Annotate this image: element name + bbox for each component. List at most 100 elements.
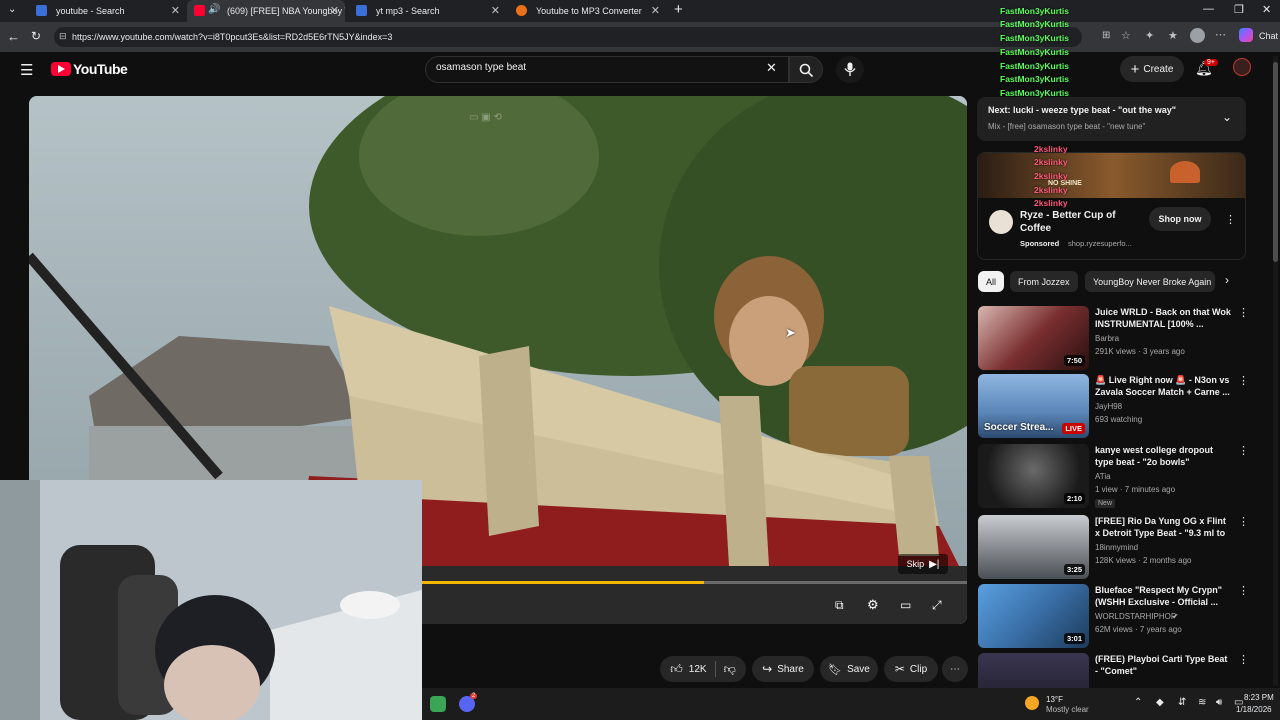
like-icon[interactable]: 👍︎ <box>670 662 683 677</box>
divider <box>714 661 716 677</box>
tab-title: youtube - Search <box>56 6 125 16</box>
chip-youngboy[interactable]: YoungBoy Never Broke Again <box>1085 271 1215 292</box>
save-label: Save <box>847 663 870 675</box>
maximize-icon[interactable]: ❐ <box>1234 3 1244 16</box>
microphone-icon <box>844 62 856 76</box>
tab-list-chevron-icon[interactable]: ⌄ <box>8 4 16 15</box>
fullscreen-icon[interactable]: ⤢ <box>932 598 942 613</box>
new-tab-button[interactable]: + <box>674 1 683 18</box>
more-actions-button[interactable]: ⋯ <box>942 656 968 682</box>
tray-overflow-icon[interactable]: ⌃ <box>1134 697 1142 708</box>
usb-icon[interactable]: ⇵ <box>1178 697 1186 708</box>
tab-youtube-video[interactable]: 🔊 (609) [FREE] NBA Youngboy Ty ✕ <box>187 0 345 22</box>
close-icon[interactable]: ✕ <box>651 4 660 17</box>
reload-icon[interactable]: ↻ <box>31 29 41 43</box>
tab-yt-mp3-search[interactable]: yt mp3 - Search ✕ <box>346 0 506 22</box>
save-button[interactable]: 🔖︎ Save <box>820 656 878 682</box>
theater-mode-icon[interactable]: ▭ <box>900 598 911 612</box>
channel-name: Barbra <box>1095 334 1120 343</box>
page-scrollbar[interactable] <box>1273 56 1278 686</box>
temperature[interactable]: 13°F <box>1046 695 1063 704</box>
clock-date[interactable]: 1/18/2026 <box>1236 705 1272 714</box>
app-icon-green[interactable] <box>430 696 446 712</box>
voice-search-button[interactable] <box>836 56 864 83</box>
chips-next-icon[interactable]: › <box>1225 273 1229 287</box>
recommended-video[interactable]: Soccer Strea... LIVE 🚨 Live Right now 🚨 … <box>976 374 1249 440</box>
ad-menu-icon[interactable]: ⋮ <box>1225 213 1236 226</box>
recommended-video[interactable]: (FREE) Playboi Carti Type Beat - "Comet"… <box>976 653 1246 688</box>
speaker-icon[interactable]: 🔊 <box>208 4 220 15</box>
miniplayer-hint-icon: ▭ ▣ ⟲ <box>469 112 502 123</box>
search-button[interactable] <box>789 56 823 83</box>
weather-condition[interactable]: Mostly clear <box>1046 705 1089 714</box>
recommended-video[interactable]: 7:50 Juice WRLD - Back on that Wok INSTR… <box>976 306 1249 372</box>
address-bar[interactable]: ⊟ https://www.youtube.com/watch?v=i8T0pc… <box>54 27 1082 47</box>
hamburger-menu-icon[interactable]: ☰ <box>20 61 33 79</box>
volume-icon[interactable]: 🔊︎ <box>1216 697 1222 708</box>
security-icon[interactable]: ◆ <box>1156 697 1164 708</box>
extensions-icon[interactable]: ✦ <box>1145 29 1154 42</box>
youtube-logo-icon[interactable] <box>51 62 71 76</box>
video-menu-icon[interactable]: ⋮ <box>1238 653 1246 666</box>
up-next-panel[interactable]: Next: lucki - weeze type beat - "out the… <box>977 97 1246 141</box>
recommended-video[interactable]: 2:10 kanye west college dropout type bea… <box>976 444 1249 510</box>
weather-moon-icon[interactable] <box>1025 696 1039 710</box>
video-menu-icon[interactable]: ⋮ <box>1238 584 1249 597</box>
tab-title: yt mp3 - Search <box>376 6 440 16</box>
webcam-overlay <box>0 480 422 720</box>
shop-now-button[interactable]: Shop now <box>1149 207 1211 231</box>
tab-title: (609) [FREE] NBA Youngboy Ty <box>227 6 345 16</box>
youtube-logo-text[interactable]: YouTube <box>73 61 128 77</box>
favorites-icon[interactable]: ★ <box>1168 29 1178 42</box>
video-menu-icon[interactable]: ⋮ <box>1238 515 1249 528</box>
recommended-video[interactable]: 3:25 [FREE] Rio Da Yung OG x Flint x Det… <box>976 515 1249 581</box>
video-thumbnail: 3:01 <box>978 584 1089 648</box>
close-icon[interactable]: ✕ <box>491 4 500 17</box>
wifi-icon[interactable]: ≋ <box>1198 697 1206 708</box>
copilot-icon[interactable] <box>1239 28 1253 42</box>
settings-gear-icon[interactable]: ⚙ <box>867 597 879 613</box>
browser-tab-strip: ⌄ youtube - Search ✕ 🔊 (609) [FREE] NBA … <box>0 0 1280 22</box>
thumbnail-caption: Soccer Strea... <box>984 422 1054 433</box>
clear-search-icon[interactable]: ✕ <box>766 60 777 76</box>
video-menu-icon[interactable]: ⋮ <box>1238 306 1249 319</box>
like-count[interactable]: 12K <box>689 664 707 675</box>
search-input[interactable] <box>436 62 736 73</box>
dislike-icon[interactable]: 👎︎ <box>724 662 736 677</box>
video-duration: 3:01 <box>1063 633 1085 644</box>
more-options-icon[interactable]: ⋯ <box>1215 28 1226 41</box>
chat-username: FastMon3yKurtis <box>1000 6 1069 16</box>
close-icon[interactable]: ✕ <box>330 4 339 17</box>
video-menu-icon[interactable]: ⋮ <box>1238 444 1249 457</box>
chat-username: 2kslinky <box>1034 157 1068 167</box>
share-button[interactable]: ↪ Share <box>752 656 814 682</box>
chip-from-jozzex[interactable]: From Jozzex <box>1010 271 1078 292</box>
account-avatar[interactable] <box>1233 58 1251 76</box>
clip-button[interactable]: ✂ Clip <box>884 656 938 682</box>
video-title: [FREE] Rio Da Yung OG x Flint x Detroit … <box>1095 516 1226 541</box>
video-menu-icon[interactable]: ⋮ <box>1238 374 1249 387</box>
chat-username: FastMon3yKurtis <box>1000 47 1069 57</box>
chip-all[interactable]: All <box>978 271 1005 292</box>
clock-time[interactable]: 8:23 PM <box>1244 693 1274 702</box>
tab-youtube-search[interactable]: youtube - Search ✕ <box>26 0 186 22</box>
video-thumbnail <box>978 653 1089 688</box>
scrollbar-thumb[interactable] <box>1273 62 1278 262</box>
create-button[interactable]: + Create <box>1120 56 1184 82</box>
chat-label[interactable]: Chat <box>1259 31 1278 41</box>
chevron-down-icon[interactable]: ⌄ <box>1222 110 1232 124</box>
install-app-icon[interactable]: ⊞ <box>1102 30 1110 41</box>
captions-icon[interactable]: ⧉ <box>835 598 844 613</box>
skip-button[interactable]: Skip ▶| <box>898 554 948 574</box>
tab-mp3-converter[interactable]: Youtube to MP3 Converter ✕ <box>506 0 666 22</box>
site-info-icon[interactable]: ⊟ <box>59 31 67 42</box>
minimize-icon[interactable]: — <box>1203 3 1214 15</box>
favorite-star-icon[interactable]: ☆ <box>1121 29 1131 42</box>
recommended-video[interactable]: 3:01 Blueface "Respect My Crypn" (WSHH E… <box>976 584 1249 650</box>
back-icon[interactable]: ← <box>7 29 20 44</box>
close-icon[interactable]: ✕ <box>171 4 180 17</box>
profile-avatar[interactable] <box>1190 28 1205 43</box>
create-label: Create <box>1143 63 1174 75</box>
window-close-icon[interactable]: ✕ <box>1262 3 1271 16</box>
sponsored-ad-card[interactable]: NO SHINE Ryze - Better Cup of Coffee Spo… <box>977 152 1246 260</box>
